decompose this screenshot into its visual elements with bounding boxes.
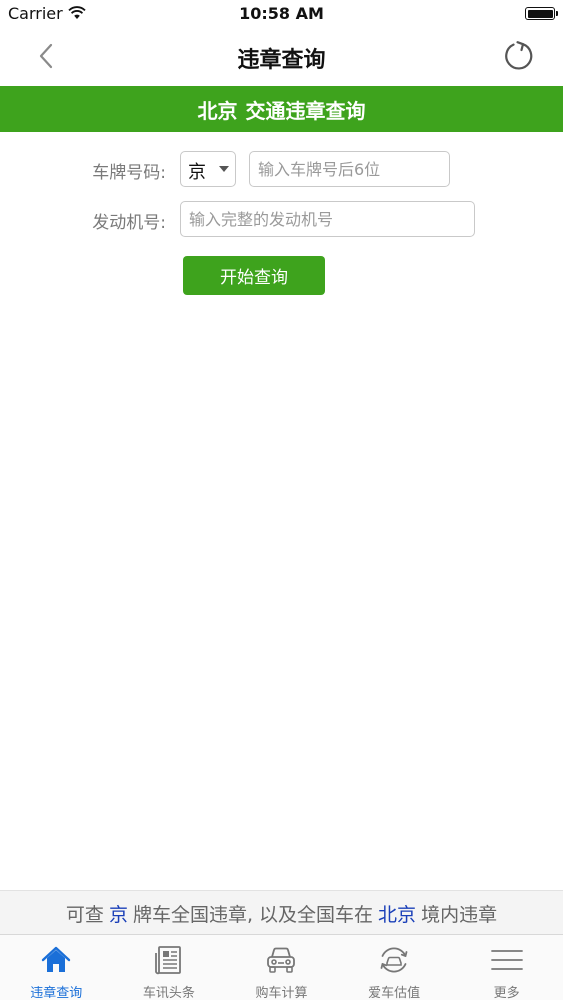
engine-number-input[interactable] — [180, 201, 475, 237]
banner-city: 北京 — [197, 98, 238, 123]
valuation-icon — [380, 947, 408, 973]
tab-bar: 违章查询 车讯头条 购车计算 爱车估值 更多 — [0, 934, 563, 1001]
battery-icon — [525, 7, 558, 20]
engine-row: 发动机号: — [0, 201, 563, 237]
tab-label: 更多 — [493, 986, 520, 1001]
info-city: 北京 — [378, 903, 417, 926]
tab-label: 车讯头条 — [142, 986, 195, 1001]
province-value: 京 — [188, 162, 206, 183]
tab-car-valuation[interactable]: 爱车估值 — [338, 935, 451, 1001]
chevron-down-icon — [219, 166, 229, 172]
plate-label: 车牌号码: — [92, 163, 166, 183]
tab-label: 爱车估值 — [368, 986, 421, 1001]
info-plate-prefix: 京 — [108, 903, 128, 926]
engine-label: 发动机号: — [92, 213, 166, 233]
home-icon — [42, 946, 71, 972]
plate-number-input[interactable] — [249, 151, 450, 187]
tab-violation-query[interactable]: 违章查询 — [0, 935, 113, 1001]
info-suffix: 境内违章 — [421, 903, 498, 926]
tab-more[interactable]: 更多 — [450, 935, 563, 1001]
refresh-icon — [505, 41, 533, 70]
refresh-button[interactable] — [499, 36, 539, 76]
clock: 10:58 AM — [239, 4, 324, 23]
info-prefix: 可查 — [65, 903, 104, 926]
status-bar: Carrier 10:58 AM — [0, 0, 563, 28]
tab-label: 违章查询 — [30, 986, 83, 1001]
newspaper-icon — [154, 946, 181, 975]
plate-row: 车牌号码: 京 — [0, 151, 563, 187]
tab-car-news[interactable]: 车讯头条 — [113, 935, 226, 1001]
city-banner: 北京 交通违章查询 — [0, 86, 563, 132]
info-middle: 牌车全国违章, 以及全国车在 — [132, 903, 374, 926]
menu-icon — [490, 950, 523, 970]
tab-label: 购车计算 — [255, 986, 308, 1001]
nav-bar: 违章查询 — [0, 28, 563, 86]
start-query-button[interactable]: 开始查询 — [183, 256, 325, 295]
banner-title: 交通违章查询 — [245, 98, 366, 123]
tab-purchase-calc[interactable]: 购车计算 — [225, 935, 338, 1001]
page-title: 违章查询 — [237, 48, 326, 73]
coverage-info: 可查 京 牌车全国违章, 以及全国车在 北京 境内违章 — [0, 890, 563, 935]
car-icon — [267, 947, 296, 973]
province-select[interactable]: 京 — [180, 151, 236, 187]
